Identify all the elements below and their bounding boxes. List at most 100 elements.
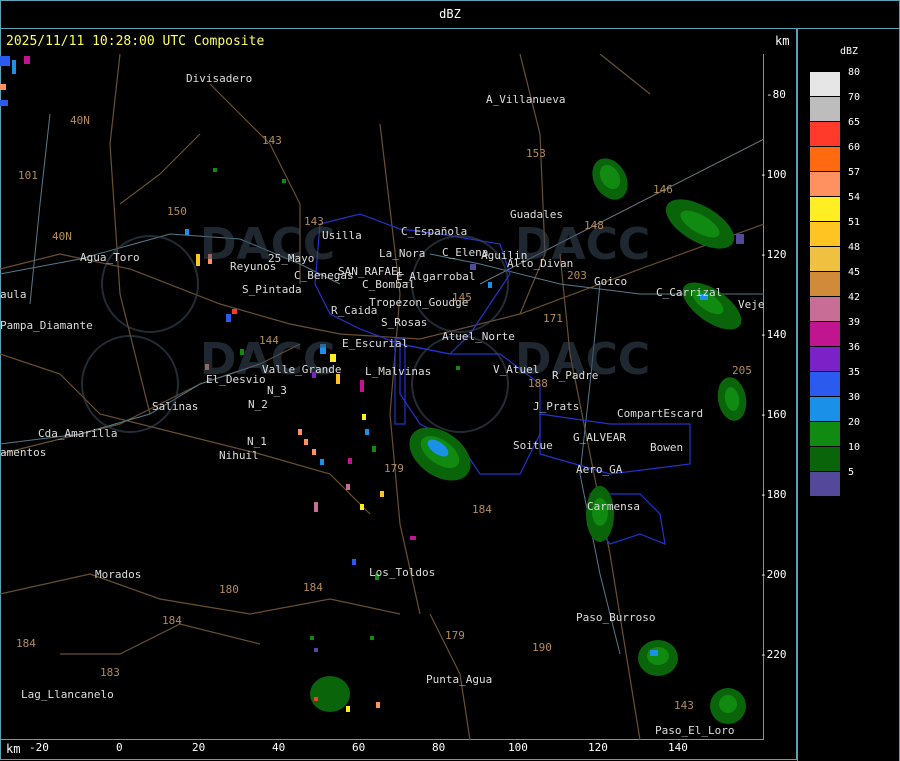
legend-swatch <box>810 272 840 296</box>
place-label: Soitue <box>513 439 553 452</box>
route-label: 188 <box>528 377 548 390</box>
route-label: 179 <box>445 629 465 642</box>
route-label: 146 <box>653 183 673 196</box>
place-label: Agua_Toro <box>80 251 140 264</box>
route-label: 143 <box>304 215 324 228</box>
route-label: 184 <box>303 581 323 594</box>
route-label: 183 <box>100 666 120 679</box>
place-label: Veje <box>738 298 765 311</box>
y-tick: -180 <box>760 488 787 501</box>
legend-swatch <box>810 247 840 271</box>
legend-title: dBZ <box>840 46 859 57</box>
place-label: Paso_Burroso <box>576 611 656 624</box>
place-label: Valle_Grande <box>262 363 342 376</box>
legend-label: 51 <box>848 217 861 228</box>
legend-label: 39 <box>848 317 861 328</box>
legend-swatch <box>810 147 840 171</box>
place-label: A_Villanueva <box>486 93 566 106</box>
route-label: 180 <box>219 583 239 596</box>
legend-swatch <box>810 197 840 221</box>
legend-label: 45 <box>848 267 861 278</box>
place-label: Paso_El_Loro <box>655 724 735 737</box>
place-label: Lag_Llancanelo <box>21 688 114 701</box>
legend-swatch <box>810 322 840 346</box>
route-label: 203 <box>567 269 587 282</box>
place-label: Punta_Agua <box>426 673 493 686</box>
place-label: Bowen <box>650 441 684 454</box>
place-label: J_Prats <box>533 400 580 413</box>
legend-label: 5 <box>848 467 855 478</box>
place-label: C_Carrizal <box>656 286 723 299</box>
legend-label: 20 <box>848 417 861 428</box>
route-label: 179 <box>384 462 404 475</box>
place-label: Salinas <box>152 400 199 413</box>
legend-swatch <box>810 372 840 396</box>
place-label: La_Nora <box>379 247 426 260</box>
route-label: 184 <box>472 503 492 516</box>
place-label: N_3 <box>267 384 287 397</box>
y-tick: -80 <box>766 88 786 101</box>
route-label: 148 <box>584 219 604 232</box>
legend-swatch <box>810 472 840 496</box>
x-tick: 140 <box>668 741 688 754</box>
legend-label: 30 <box>848 392 861 403</box>
y-tick: -160 <box>760 408 787 421</box>
timestamp-label: 2025/11/11 10:28:00 UTC Composite <box>6 34 265 49</box>
place-label: S_Rosas <box>381 316 428 329</box>
route-label: 40N <box>52 230 72 243</box>
legend-label: 10 <box>848 442 861 453</box>
legend-swatch <box>810 172 840 196</box>
place-label: Nihuil <box>219 449 259 462</box>
window-title: dBZ <box>439 7 461 21</box>
route-label: 40N <box>70 114 90 127</box>
place-label: Usilla <box>322 229 362 242</box>
place-label: G_ALVEAR <box>573 431 626 444</box>
route-label: 205 <box>732 364 752 377</box>
x-tick: 80 <box>432 741 446 754</box>
route-label: 145 <box>452 291 472 304</box>
place-label: El_Desvio <box>206 373 266 386</box>
legend-swatch <box>810 222 840 246</box>
legend-label: 65 <box>848 117 861 128</box>
unit-label-top: km <box>775 34 790 48</box>
place-label: Carmensa <box>587 500 640 513</box>
legend-swatch <box>810 122 840 146</box>
map-svg <box>0 54 764 740</box>
y-tick: -200 <box>760 568 787 581</box>
place-label: aula <box>0 288 27 301</box>
place-label: Atuel_Norte <box>442 330 515 343</box>
x-tick: 0 <box>116 741 123 754</box>
place-label: Guadales <box>510 208 563 221</box>
route-label: 143 <box>262 134 282 147</box>
x-tick: -20 <box>29 741 49 754</box>
legend-label: 36 <box>848 342 861 353</box>
place-label: amentos <box>0 446 47 459</box>
route-label: 144 <box>259 334 279 347</box>
legend-swatch <box>810 72 840 96</box>
place-label: Aero_GA <box>576 463 623 476</box>
legend-label: 54 <box>848 192 861 203</box>
place-label: Divisadero <box>186 72 253 85</box>
title-bar: dBZ <box>0 0 900 29</box>
x-tick: 120 <box>588 741 608 754</box>
place-label: N_1 <box>247 435 267 448</box>
legend-label: 70 <box>848 92 861 103</box>
y-tick: -100 <box>760 168 787 181</box>
place-label: R_Padre <box>552 369 599 382</box>
legend-swatch <box>810 397 840 421</box>
x-tick: 60 <box>352 741 366 754</box>
legend-label: 42 <box>848 292 861 303</box>
x-tick: 100 <box>508 741 528 754</box>
x-tick: 20 <box>192 741 206 754</box>
x-tick: 40 <box>272 741 286 754</box>
legend-label: 80 <box>848 67 861 78</box>
radar-map[interactable]: DACC DACC DACC DACC Divisadero A_Villanu… <box>0 54 765 740</box>
place-label: 25_Mayo <box>268 252 315 265</box>
route-label: 143 <box>674 699 694 712</box>
legend-label: 60 <box>848 142 861 153</box>
route-label: 184 <box>162 614 182 627</box>
legend-label: 57 <box>848 167 861 178</box>
legend-label: 48 <box>848 242 861 253</box>
place-label: Goico <box>594 275 628 288</box>
route-label: 171 <box>543 312 563 325</box>
